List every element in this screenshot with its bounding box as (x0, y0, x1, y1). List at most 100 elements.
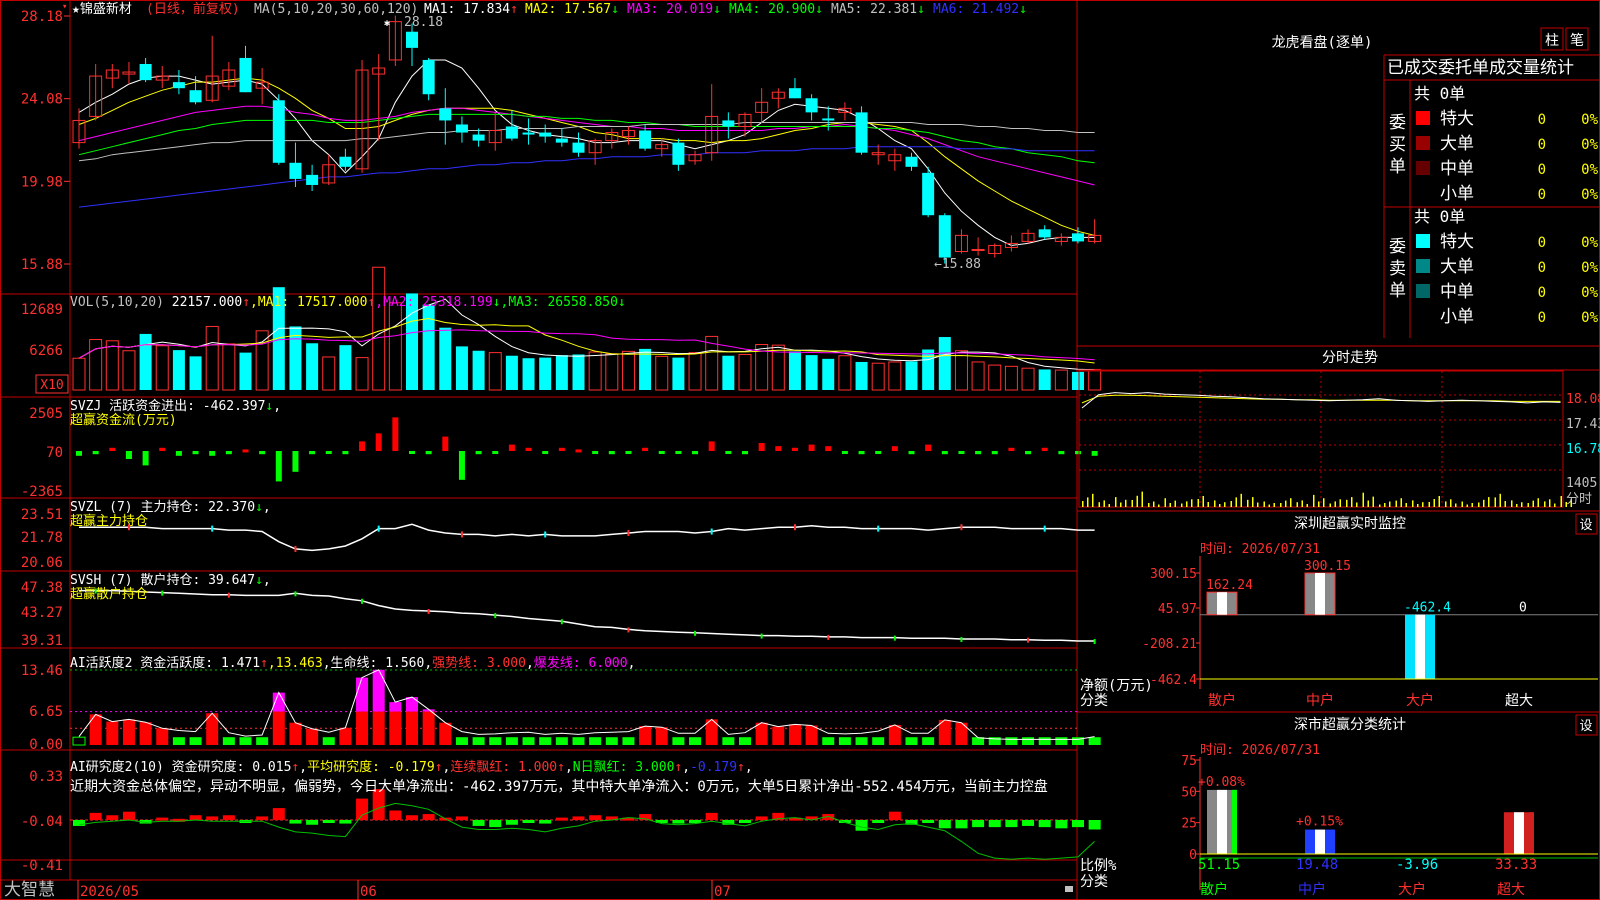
intraday-volume-bar (1268, 504, 1270, 507)
activity-tick: 6.65 (29, 704, 63, 720)
activity-bar-low (722, 737, 735, 745)
candle-down (1038, 229, 1051, 238)
volume-bar-up (1021, 367, 1035, 391)
volume-chart[interactable]: 126896266X10VOL(5,10,20) 22157.000↑,MA1:… (21, 266, 1102, 394)
holding-tick-mark (1043, 525, 1046, 532)
high-marker-icon: ✱ (384, 18, 390, 29)
intraday-volume-bar (1395, 500, 1397, 507)
buy-row-swatch (1416, 186, 1430, 200)
research-bar (505, 820, 518, 825)
low-marker: ←15.88 (934, 257, 981, 272)
intraday-volume-bar (1125, 499, 1127, 507)
main-holding-chart[interactable]: 23.5121.7820.06SVZL (7) 主力持仓: 22.370↓,超赢… (21, 500, 1095, 571)
intraday-volume-bar (1461, 501, 1463, 507)
research-bar (1072, 820, 1084, 828)
candle-down (422, 59, 435, 95)
retail-holding-subtitle: 超赢散户持仓 (70, 586, 148, 602)
buy-total: 共 0单 (1414, 84, 1465, 103)
intraday-volume-bar (1412, 500, 1414, 507)
volume-bar-up (621, 350, 635, 391)
intraday-volume-bar (1422, 502, 1424, 507)
fund-flow-chart[interactable]: 250570-2365SVZJ 活跃资金进出: -462.397↓,超赢资金流(… (21, 398, 1098, 500)
volume-bar-up (1054, 369, 1068, 391)
stat-change-label: +0.08% (1198, 775, 1245, 790)
intraday-volume-bar (1164, 498, 1166, 507)
intraday-volume-bar (1339, 499, 1341, 507)
activity-bar-burst (389, 702, 402, 712)
flow-tick: -2365 (21, 484, 63, 500)
research-bar (739, 820, 751, 823)
research-bar (988, 820, 1001, 828)
intraday-volume-bar (1115, 497, 1117, 507)
activity-chart[interactable]: 13.46 6.65 0.00 AI活跃度2 资金活跃度: 1.471↑,13.463… (21, 655, 1101, 753)
activity-bar-low (489, 737, 502, 745)
candle-down (172, 82, 185, 89)
intraday-volume-bar (1174, 500, 1176, 507)
retail-tick-mark (361, 598, 364, 604)
activity-bar (372, 711, 385, 745)
activity-bar (655, 727, 668, 745)
research-chart[interactable]: 0.33-0.04-0.41AI研究度2(10) 资金研究度: 0.015↑,平… (21, 759, 1101, 874)
intraday-volume-bar (1379, 504, 1381, 507)
activity-bar-low (1038, 737, 1051, 745)
stat-tick: 75 (1181, 754, 1197, 769)
main-holding-line (79, 523, 1095, 552)
stat-time: 时间: 2026/07/31 (1200, 743, 1320, 758)
volume-header-part: ↑ (367, 295, 375, 310)
research-header-part: 平均研究度: -0.179 (307, 759, 435, 775)
buy-row-pct: 0% (1581, 137, 1598, 153)
research-bar (1088, 820, 1101, 830)
intraday-chart[interactable]: 分时走势 18.08 17.43 16.78 1405分时 (1077, 345, 1600, 508)
candle-down (505, 126, 518, 139)
flow-bar (1058, 451, 1065, 455)
stat-category: 中户 (1306, 692, 1334, 709)
candle-down (672, 142, 685, 165)
candlestick-chart[interactable]: 28.18 24.08 19.98 15.88 ★锦盛新材 (日线，前复权) MA(5,10… (21, 1, 1102, 273)
research-bar (422, 814, 435, 820)
candle-down (472, 134, 485, 141)
retail-holding-chart[interactable]: 47.3843.2739.31SVSH (7) 散户持仓: 39.647↓,超赢… (21, 572, 1096, 649)
price-header: ★锦盛新材 (日线，前复权) MA(5,10,20,30,60,120) MA1: 1… (72, 1, 1027, 17)
activity-bar-low (739, 737, 751, 745)
sell-side-label: 卖 (1389, 259, 1406, 279)
intraday-volume-bar (1098, 502, 1100, 507)
flow-bar (758, 442, 765, 451)
sell-row-name: 特大 (1440, 232, 1474, 252)
volume-bar-down (905, 361, 918, 390)
sz-category-chart[interactable]: 深市超赢分类统计 设时间: 2026/07/3175 50 25 051.15 +0.08… (1077, 711, 1600, 898)
retail-holding-header-part: , (263, 573, 271, 588)
research-bar (406, 815, 418, 820)
flow-bar (941, 451, 948, 455)
stock-terminal-canvas[interactable]: 大智慧 28.18 24.08 19.98 15.88 ★锦盛新材 (日线，前复权) MA(5… (0, 0, 1600, 900)
activity-bar-low (689, 737, 702, 745)
intraday-volume-bar (1202, 496, 1204, 507)
sz-monitor-chart[interactable]: 深圳超赢实时监控 设时间: 2026/07/31300.1545.97-208.2… (1077, 510, 1600, 709)
stat-tick: 50 (1181, 785, 1197, 800)
price-tick-label: 19.98 (21, 174, 63, 190)
activity-bar-low (239, 737, 252, 745)
stat-value-label: -462.4 (1404, 601, 1451, 616)
volume-bar-down (672, 357, 685, 390)
flow-bar (575, 449, 582, 453)
candle-down (139, 63, 152, 81)
intraday-volume-bar (1488, 497, 1490, 507)
buy-row-name: 特大 (1440, 109, 1474, 129)
buy-row-swatch (1416, 161, 1430, 175)
flow-bar (325, 451, 332, 454)
activity-bar (422, 711, 435, 745)
activity-bar (805, 725, 818, 745)
stat-bar-highlight (1415, 614, 1425, 679)
brand-label: 大智慧 (4, 880, 55, 900)
intraday-volume-bar (1285, 500, 1287, 507)
activity-header-part: , (526, 656, 534, 671)
volume-bar-up (871, 362, 885, 391)
volume-bar-down (306, 343, 319, 390)
stat-category: 大户 (1398, 881, 1426, 898)
research-bar (389, 810, 402, 820)
intraday-volume-bar (1367, 500, 1369, 507)
flow-bar (991, 451, 998, 455)
stat-bar-highlight (1217, 789, 1227, 854)
volume-bar-up (588, 351, 602, 391)
candle-down (539, 132, 552, 137)
retail-tick: 47.38 (21, 580, 63, 596)
